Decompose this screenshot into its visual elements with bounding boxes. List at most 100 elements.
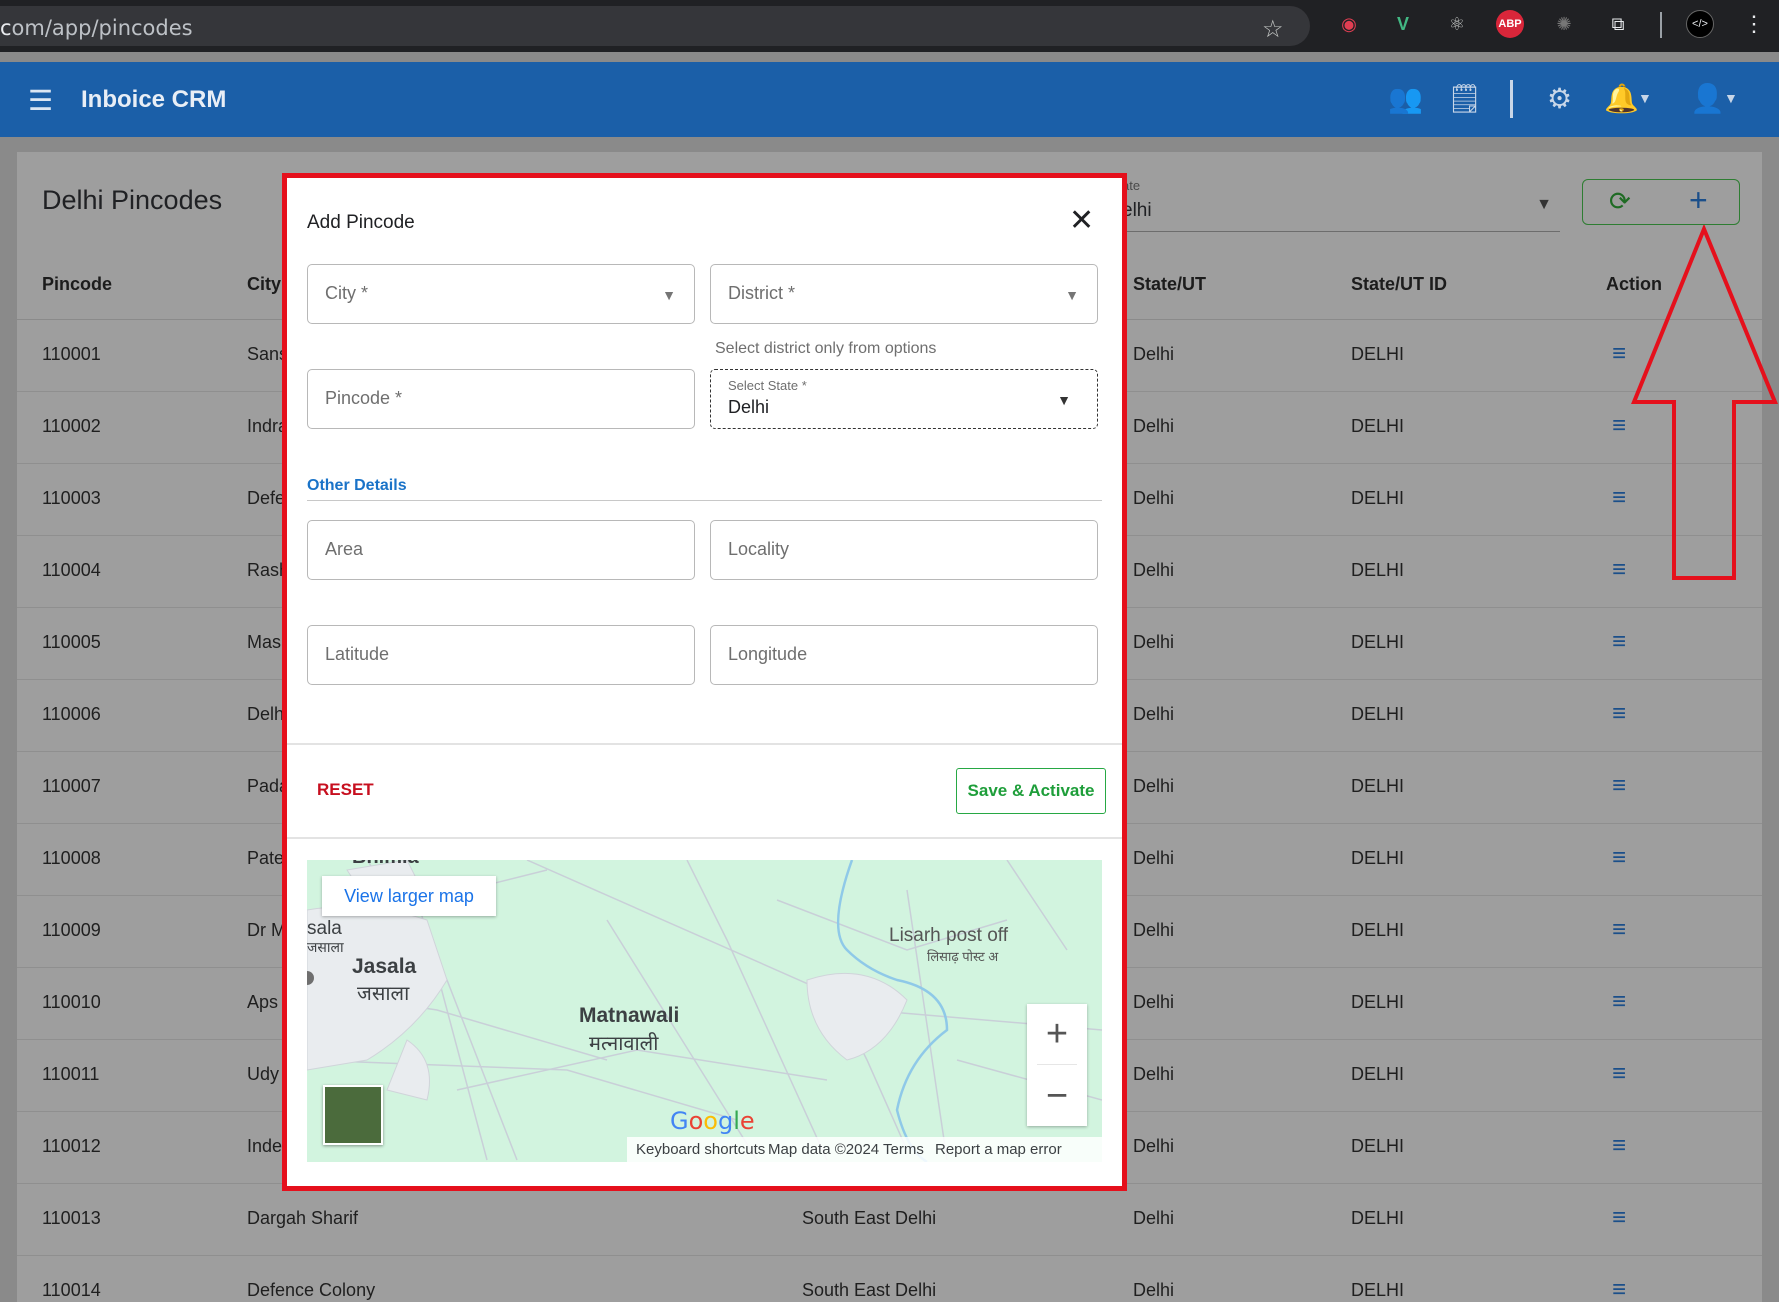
pincode-input[interactable]: Pincode * xyxy=(307,369,695,429)
area-input[interactable]: Area xyxy=(307,520,695,580)
cell-city: Inde xyxy=(247,1136,283,1156)
url-text: com/app/pincodes xyxy=(0,16,193,40)
add-pincode-dialog: Add Pincode ✕ City * ▼ District * ▼ Sele… xyxy=(282,173,1127,1191)
edit-row-icon[interactable]: ≡ xyxy=(1612,844,1626,872)
cell-state-id: DELHI xyxy=(1351,632,1405,652)
map-label-matnawali-hindi: मत्नावाली xyxy=(589,1033,659,1055)
settings-gear-icon[interactable]: ⚙ xyxy=(1547,82,1572,115)
zoom-out-icon[interactable]: − xyxy=(1027,1066,1087,1126)
edit-row-icon[interactable]: ≡ xyxy=(1612,484,1626,512)
column-state-id: State/UT ID xyxy=(1351,274,1448,294)
notification-dropdown-icon[interactable]: ▼ xyxy=(1638,90,1652,106)
city-select[interactable]: City * ▼ xyxy=(307,264,695,324)
edit-row-icon[interactable]: ≡ xyxy=(1612,628,1626,656)
reset-button[interactable]: RESET xyxy=(317,780,374,800)
account-dropdown-icon[interactable]: ▼ xyxy=(1724,90,1738,106)
cell-pincode: 110009 xyxy=(42,920,101,940)
section-divider xyxy=(307,500,1102,501)
district-select[interactable]: District * ▼ xyxy=(710,264,1098,324)
cell-district: South East Delhi xyxy=(802,1280,937,1300)
state-select[interactable]: Select State * Delhi ▼ xyxy=(710,369,1098,429)
header-divider xyxy=(1510,80,1513,118)
report-map-error-link[interactable]: Report a map error xyxy=(935,1141,1062,1158)
map-footer: Keyboard shortcuts Map data ©2024 Terms … xyxy=(627,1137,1102,1162)
bookmark-star-icon[interactable]: ☆ xyxy=(1262,15,1284,44)
table-row: 110013 Dargah Sharif South East Delhi Delhi… xyxy=(17,1184,1762,1256)
map-label-lisarh: Lisarh post off xyxy=(889,925,1009,946)
browser-menu-icon[interactable]: ⋮ xyxy=(1740,10,1768,38)
cell-state: Delhi xyxy=(1133,1208,1175,1228)
notification-bell-icon[interactable]: 🔔 xyxy=(1604,82,1639,115)
locality-input[interactable]: Locality xyxy=(710,520,1098,580)
cell-district: South East Delhi xyxy=(802,1208,937,1228)
add-user-icon[interactable]: 👥 xyxy=(1388,82,1423,115)
longitude-input[interactable]: Longitude xyxy=(710,625,1098,685)
column-city: City xyxy=(247,274,282,294)
terms-link[interactable]: Terms xyxy=(883,1141,924,1158)
extensions-puzzle-icon[interactable]: ⧉ xyxy=(1604,10,1632,38)
menu-collapse-icon[interactable]: ☰ xyxy=(28,84,53,117)
page-title: Delhi Pincodes xyxy=(42,185,223,215)
cell-state: Delhi xyxy=(1133,1136,1175,1156)
adblock-icon[interactable]: ABP xyxy=(1496,10,1524,38)
map-label-sala-hindi: जसाला xyxy=(307,939,344,955)
latitude-input[interactable]: Latitude xyxy=(307,625,695,685)
cell-city: Aps xyxy=(247,992,279,1012)
cell-pincode: 110002 xyxy=(42,416,101,436)
bug-extension-icon[interactable]: ✺ xyxy=(1550,10,1578,38)
cell-state-id: DELHI xyxy=(1351,848,1405,868)
cell-state-id: DELHI xyxy=(1351,1208,1405,1228)
map-data-credit: Map data ©2024 xyxy=(768,1141,880,1158)
cell-state-id: DELHI xyxy=(1351,488,1405,508)
add-pincode-plus-icon[interactable]: + xyxy=(1689,182,1708,219)
keyboard-shortcuts-link[interactable]: Keyboard shortcuts xyxy=(636,1141,765,1158)
satellite-layer-toggle[interactable] xyxy=(323,1085,383,1145)
cell-pincode: 110003 xyxy=(42,488,101,508)
edit-row-icon[interactable]: ≡ xyxy=(1612,1132,1626,1160)
close-icon[interactable]: ✕ xyxy=(1069,206,1094,236)
map-label-matnawali: Matnawali xyxy=(579,1004,680,1027)
district-placeholder: District * xyxy=(728,283,795,303)
map-zoom-controls: + − xyxy=(1027,1004,1087,1126)
cell-state-id: DELHI xyxy=(1351,344,1405,364)
state-value: Delhi xyxy=(728,397,770,417)
edit-row-icon[interactable]: ≡ xyxy=(1612,1204,1626,1232)
react-devtools-icon[interactable]: ⚛ xyxy=(1443,10,1471,38)
cell-pincode: 110008 xyxy=(42,848,101,868)
add-note-icon[interactable]: 🗒 xyxy=(1447,82,1483,115)
cell-state-id: DELHI xyxy=(1351,1280,1405,1300)
embedded-map[interactable]: View larger map Bhimla sala जसाला Jasala… xyxy=(307,860,1102,1162)
edit-row-icon[interactable]: ≡ xyxy=(1612,916,1626,944)
edit-row-icon[interactable]: ≡ xyxy=(1612,1060,1626,1088)
save-activate-button[interactable]: Save & Activate xyxy=(956,768,1106,814)
red-arrow-annotation xyxy=(1631,225,1778,580)
address-bar[interactable]: com/app/pincodes ☆ xyxy=(0,6,1310,46)
view-larger-map-link[interactable]: View larger map xyxy=(322,876,496,916)
edit-row-icon[interactable]: ≡ xyxy=(1612,412,1626,440)
vue-devtools-icon[interactable]: V xyxy=(1389,10,1417,38)
edit-row-icon[interactable]: ≡ xyxy=(1612,988,1626,1016)
locality-placeholder: Locality xyxy=(728,539,790,559)
browser-toolbar: com/app/pincodes ☆ ◉ V ⚛ ABP ✺ ⧉ </> ⋮ xyxy=(0,0,1779,52)
chevron-down-icon: ▼ xyxy=(1057,392,1071,408)
edit-row-icon[interactable]: ≡ xyxy=(1612,700,1626,728)
cell-state: Delhi xyxy=(1133,344,1175,364)
zoom-in-icon[interactable]: + xyxy=(1027,1004,1087,1064)
map-label-jasala: Jasala xyxy=(352,955,417,978)
user-account-icon[interactable]: 👤 xyxy=(1690,82,1725,115)
state-filter-select[interactable]: ate elhi ▼ xyxy=(1120,176,1560,232)
devtools-code-icon[interactable]: </> xyxy=(1686,10,1714,38)
latitude-placeholder: Latitude xyxy=(325,644,390,664)
column-state: State/UT xyxy=(1133,274,1207,294)
cell-state-id: DELHI xyxy=(1351,1136,1405,1156)
edit-row-icon[interactable]: ≡ xyxy=(1612,772,1626,800)
edit-row-icon[interactable]: ≡ xyxy=(1612,556,1626,584)
cell-city: Mas xyxy=(247,632,282,652)
cell-state: Delhi xyxy=(1133,848,1175,868)
cell-city: Delh xyxy=(247,704,285,724)
edit-row-icon[interactable]: ≡ xyxy=(1612,340,1626,368)
refresh-icon[interactable]: ⟳ xyxy=(1609,186,1631,217)
edit-row-icon[interactable]: ≡ xyxy=(1612,1276,1626,1302)
screen-recorder-extension-icon[interactable]: ◉ xyxy=(1335,10,1363,38)
app-brand: Inboice CRM xyxy=(81,86,227,113)
